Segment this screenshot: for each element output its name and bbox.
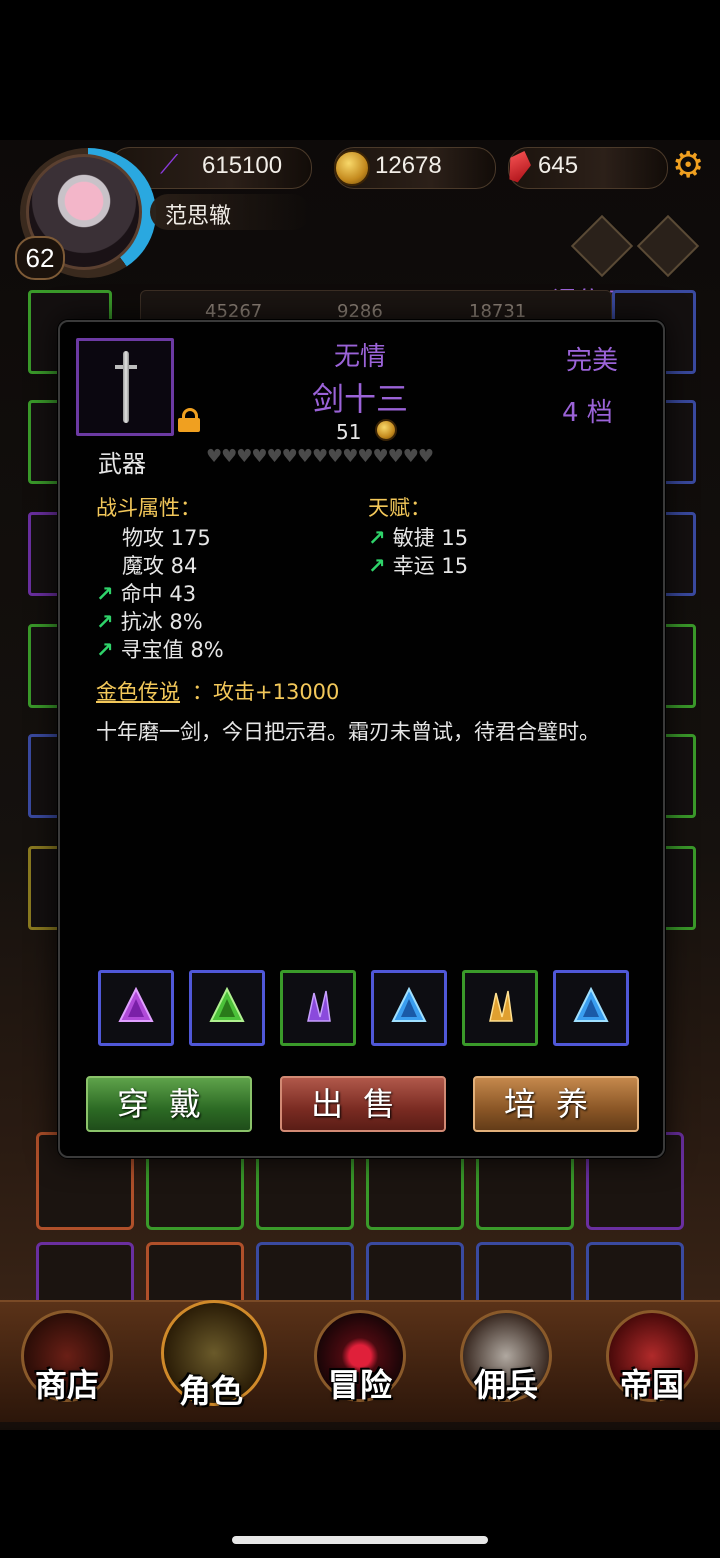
legend-value: ：攻击+13000 — [192, 680, 340, 704]
gem-socket[interactable] — [280, 970, 356, 1046]
nav-shop[interactable]: 商店 — [17, 1310, 117, 1410]
stat-row: ↗ 寻宝值 8% — [96, 634, 224, 664]
stat-defense: 9286 — [337, 301, 383, 322]
legend-label[interactable]: 金色传说 — [96, 676, 180, 706]
up-arrow-icon: ↗ — [368, 554, 386, 578]
stat-magic-attack: 魔攻 84 — [122, 554, 198, 578]
talent-luck: 幸运 15 — [392, 554, 469, 578]
talent-row: ↗ 敏捷 15 — [368, 522, 468, 552]
coin-icon — [334, 150, 370, 186]
player-name: 范思辙 — [165, 204, 232, 229]
combat-stats-title: 战斗属性： — [96, 496, 201, 520]
nav-adventure[interactable]: 冒险 — [310, 1310, 410, 1410]
nav-empire[interactable]: 帝国 — [602, 1310, 702, 1410]
gold-crystal-icon — [489, 990, 513, 1022]
home-indicator[interactable] — [232, 1536, 488, 1544]
flavor-text: 十年磨一剑，今日把示君。霜刃未曾试，待君合璧时。 — [96, 720, 600, 744]
unlock-icon[interactable] — [178, 408, 200, 434]
nav-adventure-label: 冒险 — [327, 1366, 392, 1404]
coin-value: 12678 — [375, 152, 442, 179]
stat-physical-attack: 物攻 175 — [122, 526, 211, 550]
durability-hearts: ♥♥♥♥♥♥♥♥♥♥♥♥♥♥♥ — [206, 446, 434, 467]
feather-icon: ⟋ — [160, 150, 179, 180]
nav-mercenary-label: 佣兵 — [473, 1366, 538, 1404]
item-quality: 完美 — [566, 346, 619, 376]
coin-icon — [375, 419, 397, 441]
item-detail-dialog: 武器 无情 剑十三 51 完美 4 档 ♥♥♥♥♥♥♥♥♥♥♥♥♥♥♥ 战斗属性… — [58, 320, 665, 1158]
purple-crystal-icon — [307, 990, 331, 1022]
gold-value: 615100 — [202, 152, 283, 179]
item-thumbnail — [76, 338, 174, 436]
up-arrow-icon: ↗ — [96, 638, 114, 662]
nav-character[interactable]: 角色 — [161, 1300, 267, 1410]
stat-treasure-find: 寻宝值 8% — [120, 638, 224, 662]
talent-row: ↗ 幸运 15 — [368, 550, 468, 580]
stat-row: ↗ 命中 43 — [96, 578, 196, 608]
nav-mercenary[interactable]: 佣兵 — [456, 1310, 556, 1410]
stat-hit: 命中 43 — [120, 582, 197, 606]
blue-triangle-gem-icon — [391, 987, 427, 1022]
green-triangle-gem-icon — [209, 987, 245, 1022]
item-prefix: 无情 — [333, 342, 386, 372]
item-name: 剑十三 — [311, 380, 408, 418]
stat-magic: 18731 — [469, 301, 527, 322]
stat-attack: 45267 — [205, 301, 263, 322]
gem-socket[interactable] — [189, 970, 265, 1046]
blue-triangle-gem-icon — [573, 987, 609, 1022]
sell-button[interactable]: 出售 — [280, 1076, 446, 1132]
gem-socket[interactable] — [462, 970, 538, 1046]
level-badge: 62 — [15, 236, 65, 280]
item-price: 51 — [336, 420, 362, 444]
nav-shop-label: 商店 — [34, 1366, 99, 1404]
gem-bar — [508, 147, 668, 189]
gem-socket[interactable] — [98, 970, 174, 1046]
purple-triangle-gem-icon — [118, 987, 154, 1022]
settings-gear-icon[interactable]: ⚙ — [672, 148, 708, 184]
equip-button[interactable]: 穿戴 — [86, 1076, 252, 1132]
talent-title: 天赋： — [368, 496, 431, 520]
up-arrow-icon: ↗ — [96, 582, 114, 606]
nav-empire-label: 帝国 — [619, 1366, 684, 1404]
gem-value: 645 — [538, 152, 579, 179]
up-arrow-icon: ↗ — [368, 526, 386, 550]
stat-ice-resist: 抗冰 8% — [120, 610, 203, 634]
gem-socket[interactable] — [553, 970, 629, 1046]
sword-icon — [123, 351, 129, 423]
gem-socket[interactable] — [371, 970, 447, 1046]
item-type: 武器 — [98, 450, 146, 478]
nav-character-label: 角色 — [178, 1372, 243, 1410]
up-arrow-icon: ↗ — [96, 610, 114, 634]
talent-agility: 敏捷 15 — [392, 526, 469, 550]
item-tier: 4 档 — [562, 398, 613, 428]
train-button[interactable]: 培养 — [473, 1076, 639, 1132]
stat-row: ↗ 抗冰 8% — [96, 606, 203, 636]
